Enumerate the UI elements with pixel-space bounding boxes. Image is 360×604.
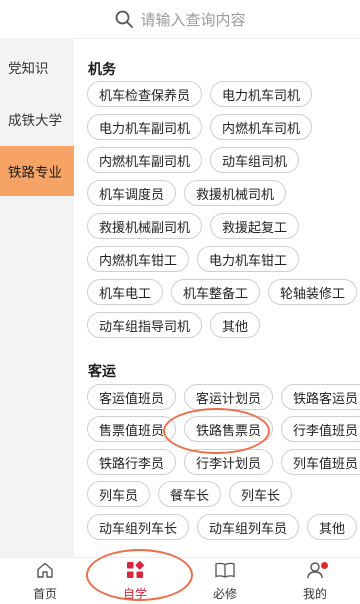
tag-row: 内燃机车副司机 动车组司机: [87, 147, 300, 173]
job-category-content: 机务 机车检查保养员 电力机车司机 电力机车副司机 内燃机车司机 内燃机车副司机…: [74, 39, 360, 557]
job-tag[interactable]: 客运计划员: [184, 384, 274, 410]
job-tag[interactable]: 电力机车钳工: [197, 246, 300, 272]
tab-label: 首页: [32, 586, 57, 601]
tab-mine[interactable]: 我的: [270, 558, 360, 604]
job-tag[interactable]: 电力机车副司机: [87, 114, 203, 140]
job-tag[interactable]: 动车组指导司机: [87, 312, 203, 338]
notification-dot: [321, 562, 328, 569]
tag-row: 铁路行李员 行李计划员 列车值班员: [87, 449, 360, 475]
job-tag[interactable]: 机车检查保养员: [87, 81, 203, 107]
tag-row: 救援机械副司机 救援起复工: [87, 213, 300, 239]
sidebar-item-railway-major[interactable]: 铁路专业: [0, 146, 74, 196]
tab-self-study[interactable]: 自学: [90, 558, 180, 604]
category-sidebar: 党知识 成铁大学 铁路专业: [0, 39, 74, 557]
job-tag[interactable]: 内燃机车副司机: [87, 147, 203, 173]
sidebar-item-label: 党知识: [8, 61, 49, 77]
book-icon: [215, 561, 235, 583]
job-tag[interactable]: 客运值班员: [87, 384, 177, 410]
job-tag[interactable]: 救援机械司机: [184, 180, 287, 206]
job-tag[interactable]: 其他: [210, 312, 261, 338]
tag-row: 动车组指导司机 其他: [87, 312, 261, 338]
tag-row: 售票值班员 铁路售票员 行李值班员: [87, 416, 360, 442]
tag-row: 机车调度员 救援机械司机: [87, 180, 287, 206]
job-tag[interactable]: 动车组列车长: [87, 514, 190, 540]
section-title-keyun: 客运: [88, 364, 116, 380]
job-tag[interactable]: 其他: [307, 514, 358, 540]
job-tag[interactable]: 铁路行李员: [87, 449, 177, 475]
job-tag[interactable]: 列车值班员: [281, 449, 360, 475]
job-tag[interactable]: 救援机械副司机: [87, 213, 203, 239]
tab-label: 必修: [212, 586, 237, 601]
search-bar[interactable]: 请输入查询内容: [0, 0, 360, 38]
tab-label: 我的: [302, 586, 327, 601]
job-tag[interactable]: 救援起复工: [210, 213, 300, 239]
job-tag[interactable]: 行李值班员: [281, 416, 360, 442]
tag-row: 机车电工 机车整备工 轮轴装修工: [87, 279, 358, 305]
sidebar-item-label: 成铁大学: [8, 113, 62, 129]
tab-required[interactable]: 必修: [180, 558, 270, 604]
job-tag[interactable]: 列车员: [87, 481, 151, 507]
tag-row: 内燃机车钳工 电力机车钳工: [87, 246, 300, 272]
home-icon: [36, 561, 54, 583]
tag-row: 动车组列车长 动车组列车员 其他: [87, 514, 358, 540]
bottom-tab-bar: 首页 自学 必修 我的: [0, 557, 360, 604]
job-tag[interactable]: 内燃机车钳工: [87, 246, 190, 272]
sidebar-item-chengtie-university[interactable]: 成铁大学: [0, 92, 74, 146]
job-tag[interactable]: 轮轴装修工: [268, 279, 358, 305]
tab-home[interactable]: 首页: [0, 558, 90, 604]
job-tag[interactable]: 行李计划员: [184, 449, 274, 475]
job-tag[interactable]: 铁路客运员: [281, 384, 360, 410]
job-tag[interactable]: 机车整备工: [171, 279, 261, 305]
tag-row: 电力机车副司机 内燃机车司机: [87, 114, 313, 140]
sidebar-item-party-knowledge[interactable]: 党知识: [0, 42, 74, 92]
job-tag[interactable]: 售票值班员: [87, 416, 177, 442]
job-tag[interactable]: 餐车长: [158, 481, 222, 507]
tag-row: 机车检查保养员 电力机车司机: [87, 81, 313, 107]
job-tag[interactable]: 内燃机车司机: [210, 114, 313, 140]
job-tag[interactable]: 电力机车司机: [210, 81, 313, 107]
grid-icon: [126, 560, 144, 583]
search-icon: [114, 9, 134, 29]
job-tag[interactable]: 机车调度员: [87, 180, 177, 206]
sidebar-item-label: 铁路专业: [8, 165, 62, 181]
search-placeholder: 请输入查询内容: [140, 10, 246, 29]
tag-row: 列车员 餐车长 列车长: [87, 481, 293, 507]
section-title-jiwu: 机务: [88, 62, 116, 78]
job-tag[interactable]: 动车组司机: [210, 147, 300, 173]
job-tag[interactable]: 动车组列车员: [197, 514, 300, 540]
job-tag[interactable]: 铁路售票员: [184, 416, 274, 442]
tab-label: 自学: [122, 586, 147, 601]
job-tag[interactable]: 列车长: [229, 481, 293, 507]
job-tag[interactable]: 机车电工: [87, 279, 164, 305]
tag-row: 客运值班员 客运计划员 铁路客运员: [87, 384, 360, 410]
